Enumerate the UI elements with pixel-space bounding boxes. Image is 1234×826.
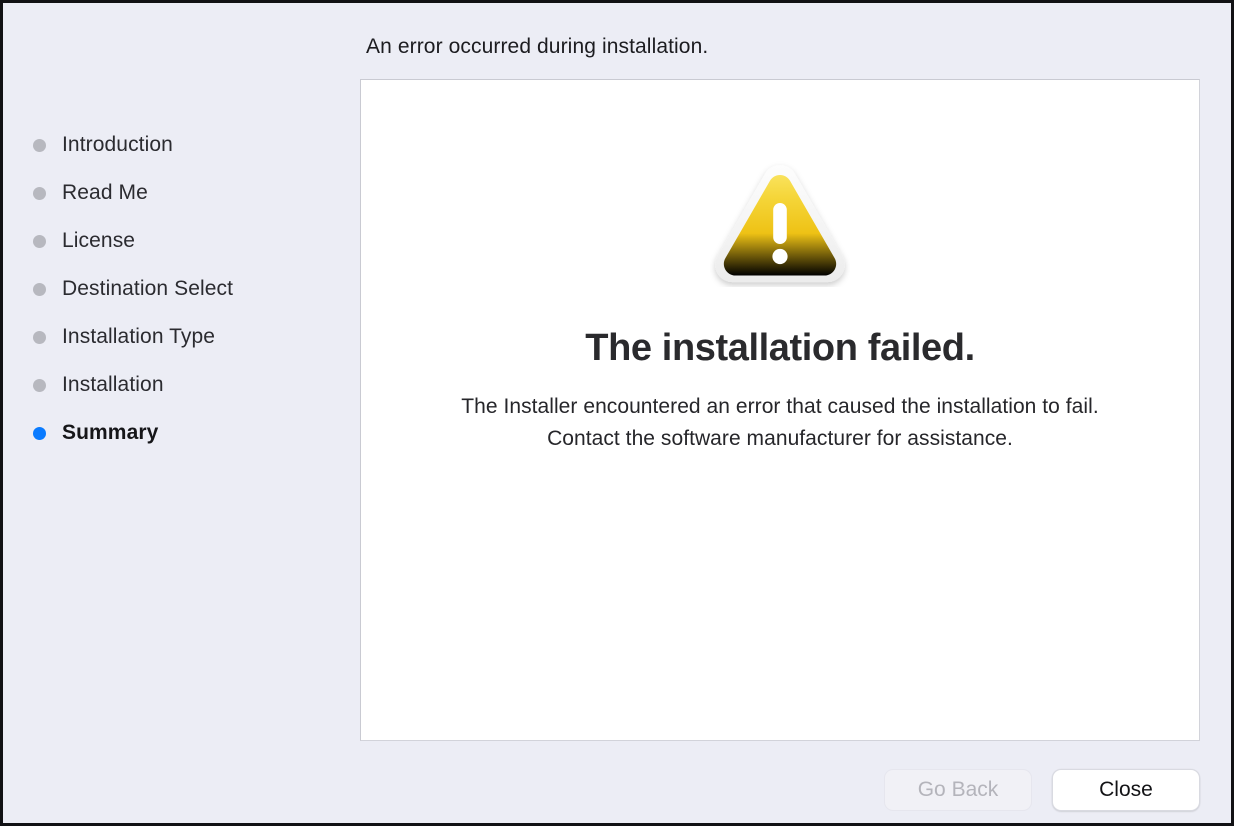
- step-bullet-icon: [33, 330, 46, 344]
- go-back-button[interactable]: Go Back: [884, 769, 1032, 811]
- sidebar-item-label: Read Me: [62, 181, 148, 204]
- sidebar-item-installation[interactable]: Installation: [33, 361, 360, 409]
- step-bullet-icon: [33, 282, 46, 296]
- step-bullet-active-icon: [33, 426, 46, 440]
- sidebar-item-label: Installation Type: [62, 325, 216, 348]
- sidebar-item-destination-select[interactable]: Destination Select: [33, 265, 360, 313]
- installer-step-sidebar: Introduction Read Me License Destination…: [3, 3, 360, 823]
- sidebar-item-introduction[interactable]: Introduction: [33, 121, 360, 169]
- sidebar-item-summary[interactable]: Summary: [33, 409, 360, 457]
- sidebar-item-label: License: [62, 229, 136, 252]
- installer-message-panel: The installation failed. The Installer e…: [360, 79, 1200, 741]
- sidebar-item-label: Summary: [62, 421, 159, 444]
- sidebar-item-license[interactable]: License: [33, 217, 360, 265]
- warning-triangle-icon: [715, 165, 845, 283]
- sidebar-item-label: Introduction: [62, 133, 173, 156]
- step-bullet-icon: [33, 186, 46, 200]
- sidebar-item-label: Destination Select: [62, 277, 234, 300]
- page-title: An error occurred during installation.: [366, 35, 709, 58]
- sidebar-item-label: Installation: [62, 373, 164, 396]
- error-body-text: The Installer encountered an error that …: [461, 394, 1099, 450]
- sidebar-item-installation-type[interactable]: Installation Type: [33, 313, 360, 361]
- close-button[interactable]: Close: [1052, 769, 1200, 811]
- error-heading: The installation failed.: [585, 327, 975, 369]
- installer-footer-buttons: Go Back Close: [884, 769, 1200, 811]
- content-pane: An error occurred during installation. T…: [360, 3, 1231, 823]
- error-message-block: The installation failed. The Installer e…: [361, 80, 1199, 455]
- step-bullet-icon: [33, 138, 46, 152]
- sidebar-item-read-me[interactable]: Read Me: [33, 169, 360, 217]
- step-bullet-icon: [33, 378, 46, 392]
- installer-window: Introduction Read Me License Destination…: [0, 0, 1234, 826]
- step-bullet-icon: [33, 234, 46, 248]
